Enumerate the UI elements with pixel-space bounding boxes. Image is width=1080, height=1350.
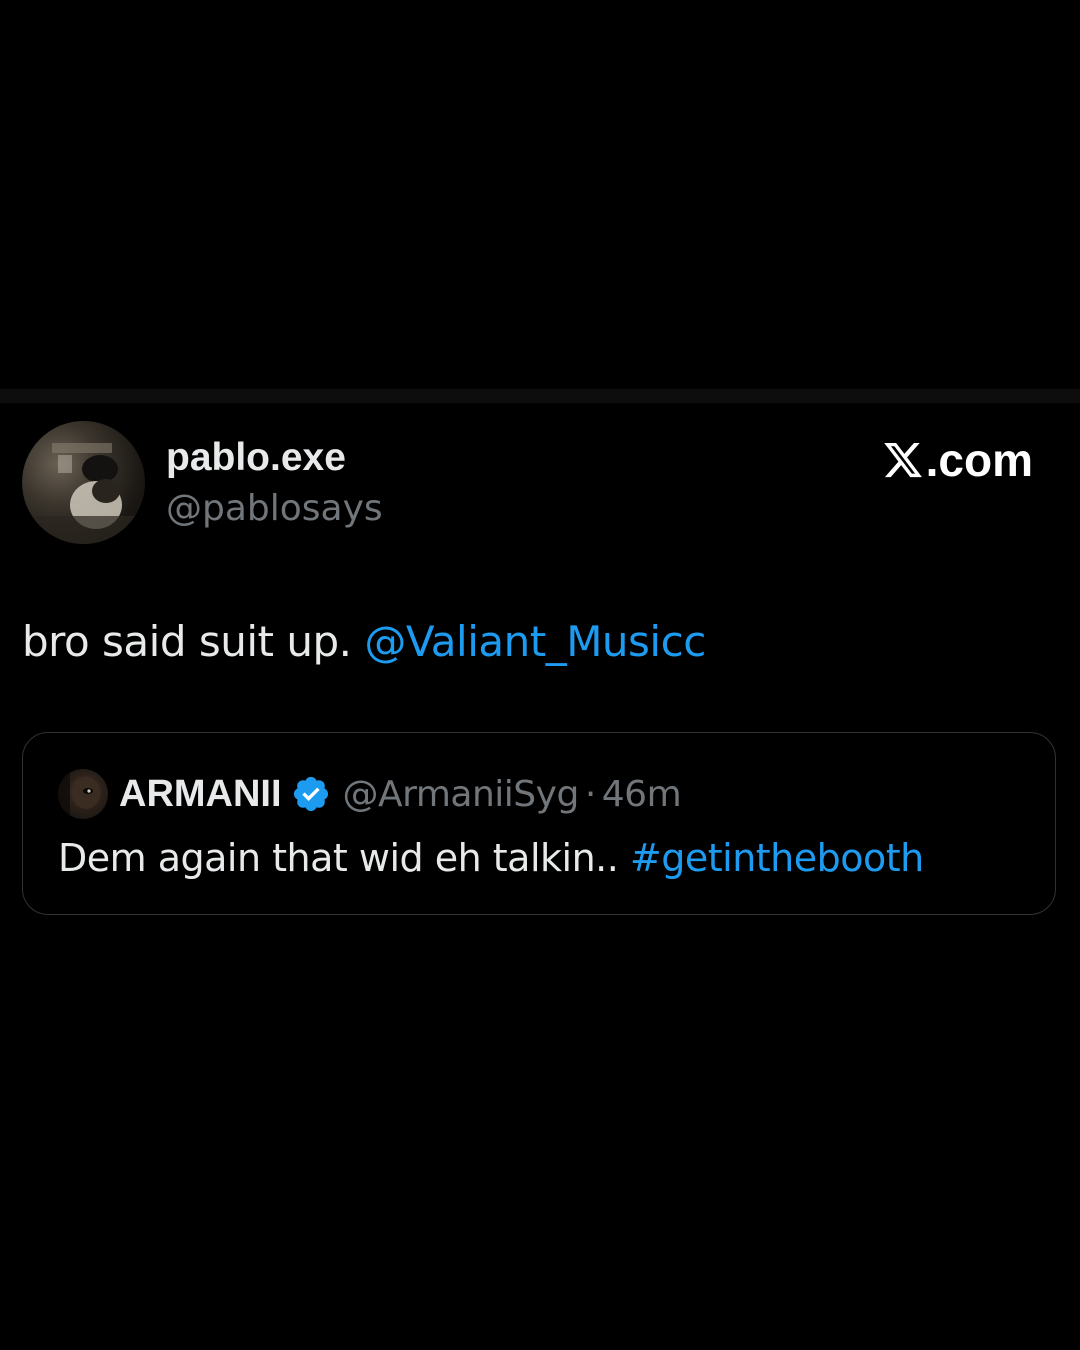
verified-badge-icon — [291, 774, 331, 814]
mention-link[interactable]: @Valiant_Musicc — [364, 617, 706, 666]
x-com-brand: .com — [882, 432, 1033, 488]
author-handle[interactable]: @pablosays — [166, 486, 383, 532]
quoted-display-name[interactable]: ARMANII — [119, 773, 282, 816]
brand-domain-label: .com — [925, 434, 1033, 486]
author-avatar[interactable] — [22, 421, 145, 544]
quoted-avatar-photo-icon — [58, 769, 100, 819]
separator-dot: · — [584, 773, 596, 815]
quoted-timestamp[interactable]: 46m — [602, 774, 682, 815]
quoted-body: Dem again that wid eh talkin.. #getinthe… — [58, 833, 924, 883]
avatar-photo-icon — [22, 443, 145, 544]
author-display-name[interactable]: pablo.exe — [166, 434, 346, 482]
quoted-tweet-card[interactable]: ARMANII @ArmaniiSyg · 46m Dem again that… — [22, 732, 1056, 915]
quoted-header: ARMANII @ArmaniiSyg · 46m — [119, 769, 682, 819]
top-divider-band — [0, 389, 1080, 403]
tweet-text: bro said suit up. — [22, 617, 365, 666]
quoted-text: Dem again that wid eh talkin.. — [58, 836, 630, 880]
quoted-handle[interactable]: @ArmaniiSyg — [343, 774, 580, 815]
tweet-body: bro said suit up. @Valiant_Musicc — [22, 614, 706, 670]
x-logo-icon — [882, 439, 924, 481]
hashtag-link[interactable]: #getinthebooth — [630, 836, 924, 880]
quoted-author-avatar[interactable] — [58, 769, 108, 819]
